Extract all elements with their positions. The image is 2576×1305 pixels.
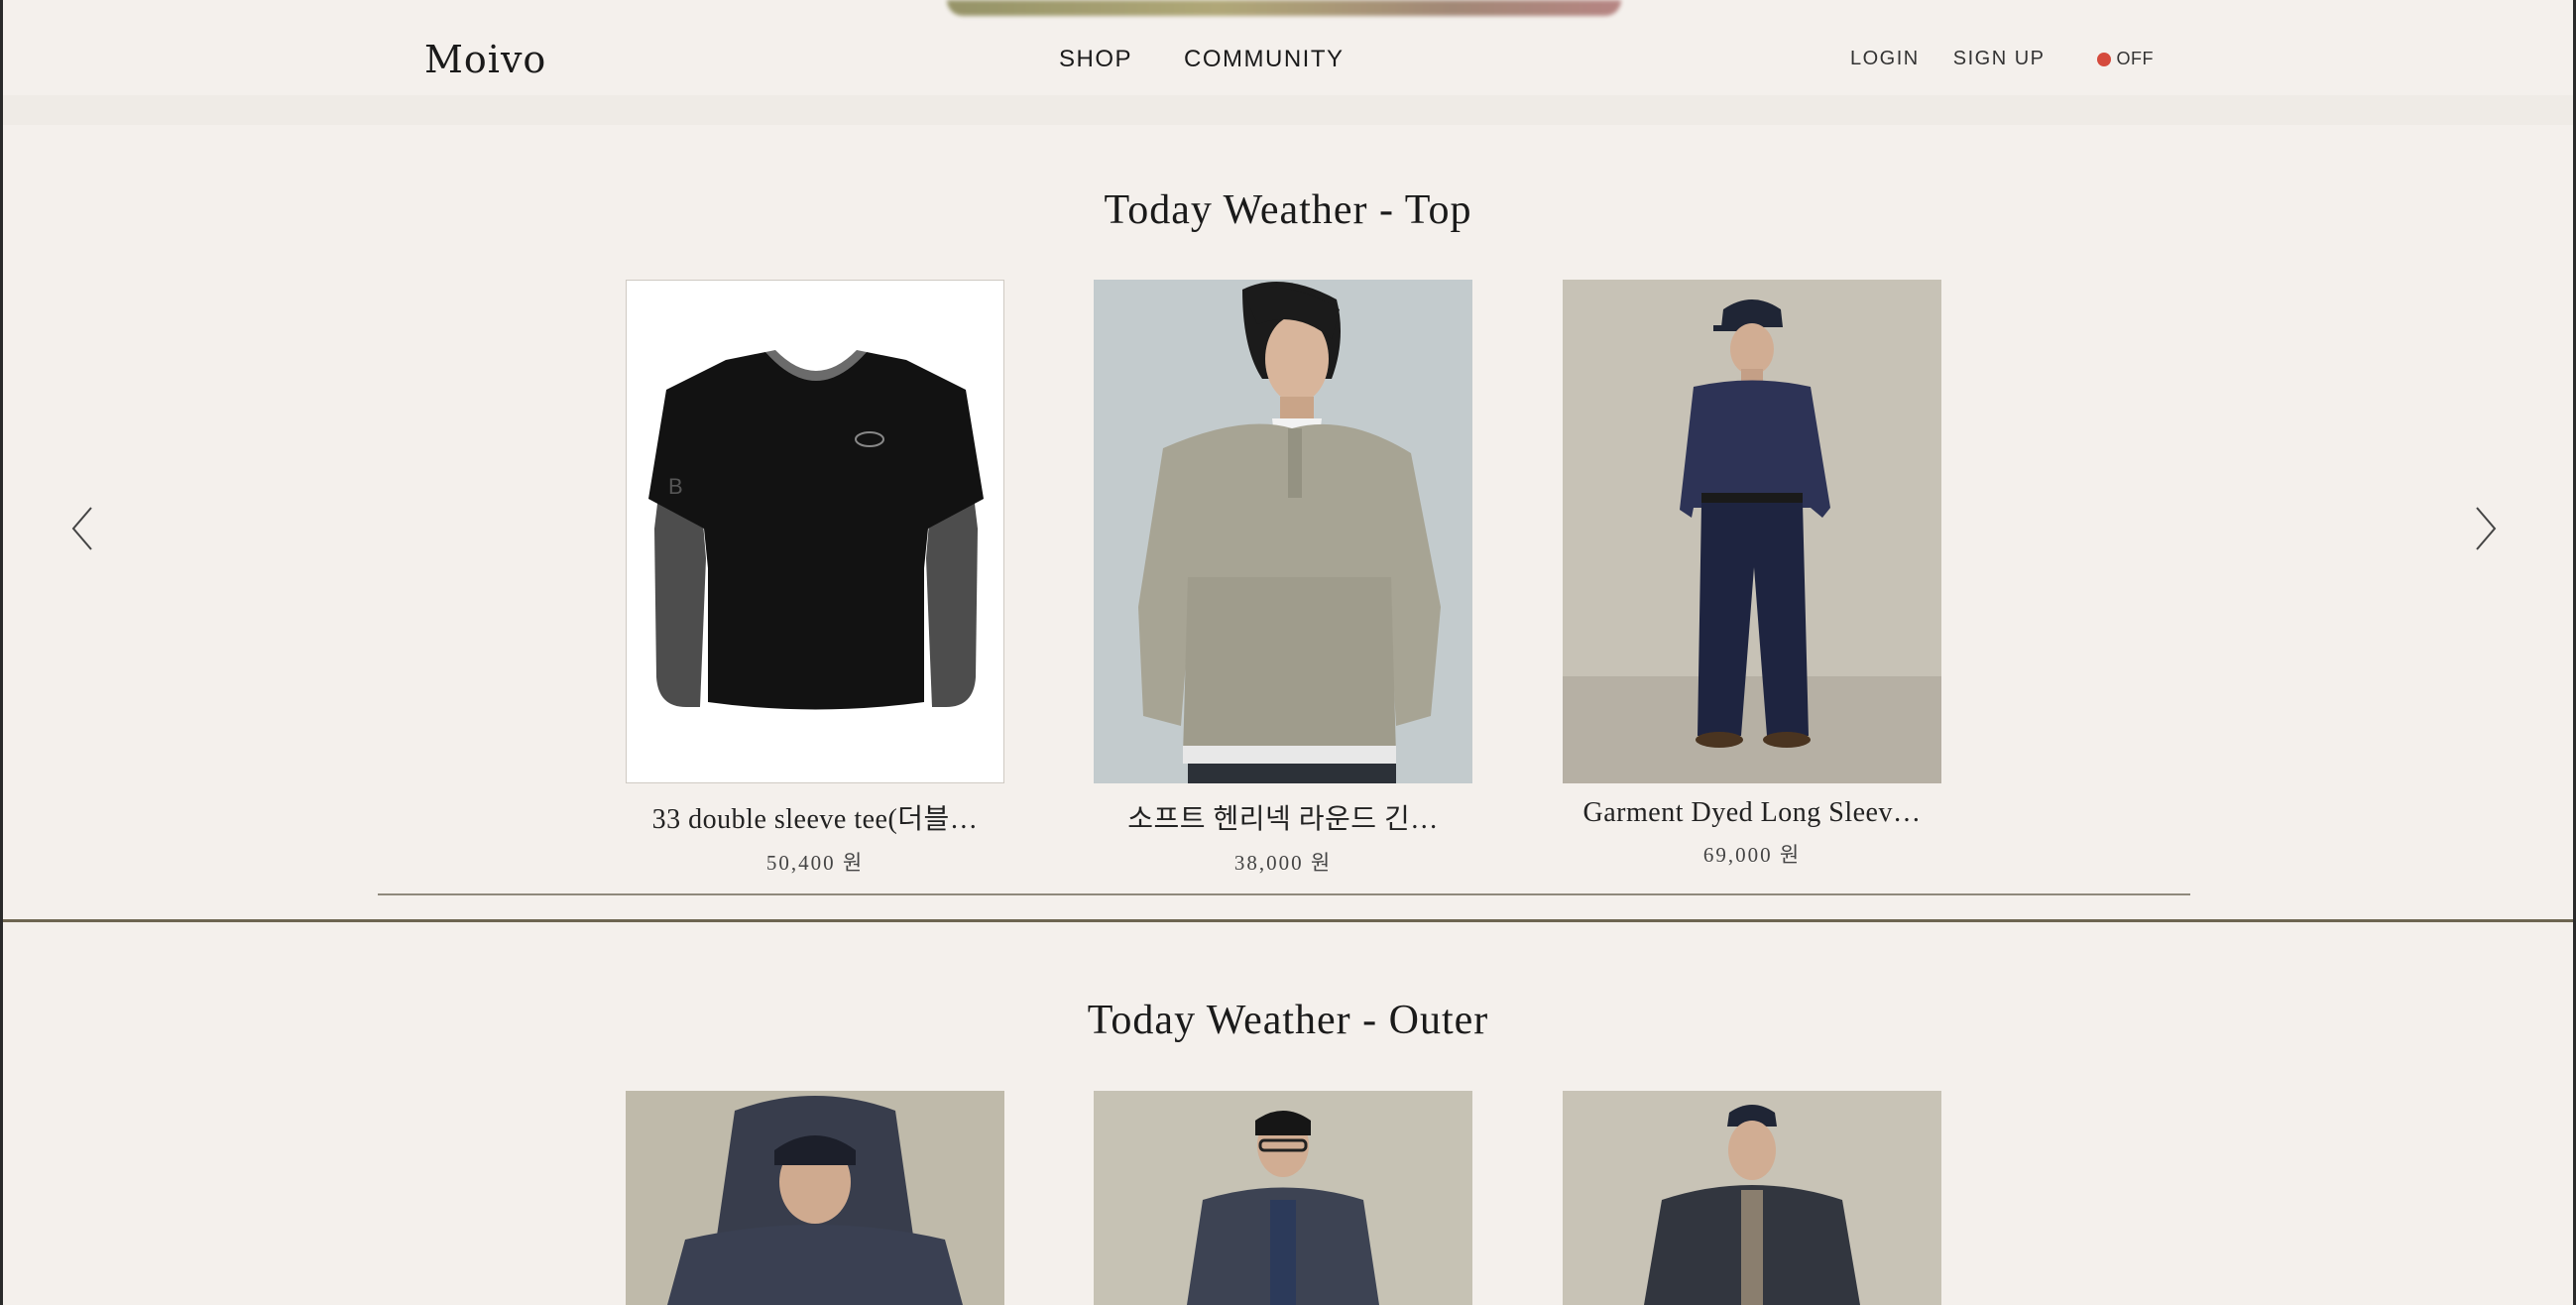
header-shadow — [3, 95, 2573, 125]
main-nav: SHOP COMMUNITY — [1059, 46, 1345, 73]
product-image[interactable]: B — [626, 280, 1004, 783]
toggle-label: OFF — [2116, 49, 2154, 68]
product-price: 50,400 원 — [765, 851, 865, 875]
nav-community[interactable]: COMMUNITY — [1184, 46, 1344, 73]
product-image[interactable] — [1094, 280, 1472, 783]
product-image[interactable] — [1094, 1091, 1472, 1305]
site-logo[interactable]: Moivo — [424, 38, 546, 81]
section-title-outer: Today Weather - Outer — [1087, 998, 1489, 1043]
product-card[interactable]: 소프트 헨리넥 라운드 긴… 38,000 원 — [1094, 280, 1472, 877]
chevron-right-icon — [2476, 507, 2497, 550]
product-name[interactable]: 소프트 헨리넥 라운드 긴… — [1094, 797, 1472, 837]
product-card[interactable]: Garment Dyed Long Sleev… 69,000 원 — [1563, 280, 1941, 869]
chevron-left-icon — [71, 507, 92, 550]
carousel-next-button[interactable] — [2471, 504, 2501, 553]
product-image[interactable] — [1563, 280, 1941, 783]
weather-toggle[interactable]: OFF — [2096, 49, 2155, 69]
product-card[interactable] — [1563, 1091, 1941, 1305]
carousel-prev-button[interactable] — [67, 504, 97, 553]
section-divider — [378, 893, 2190, 895]
product-image[interactable] — [1563, 1091, 1941, 1305]
product-price: 69,000 원 — [1702, 843, 1802, 867]
account-nav: LOGIN SIGN UP OFF — [1850, 48, 2154, 70]
product-price: 38,000 원 — [1233, 851, 1333, 875]
signup-link[interactable]: SIGN UP — [1953, 48, 2046, 70]
svg-text:B: B — [668, 474, 683, 499]
product-card[interactable] — [626, 1091, 1004, 1305]
product-card[interactable]: B 33 double sleeve tee(더블… 50,400 원 — [626, 280, 1004, 877]
product-card[interactable] — [1094, 1091, 1472, 1305]
product-image[interactable] — [626, 1091, 1004, 1305]
section-title-top: Today Weather - Top — [1104, 187, 1472, 233]
product-name[interactable]: Garment Dyed Long Sleev… — [1563, 797, 1941, 829]
login-link[interactable]: LOGIN — [1850, 48, 1920, 70]
nav-shop[interactable]: SHOP — [1059, 46, 1132, 73]
product-name[interactable]: 33 double sleeve tee(더블… — [626, 797, 1004, 837]
toggle-status-dot — [2096, 52, 2111, 66]
top-banner-image — [947, 0, 1621, 16]
